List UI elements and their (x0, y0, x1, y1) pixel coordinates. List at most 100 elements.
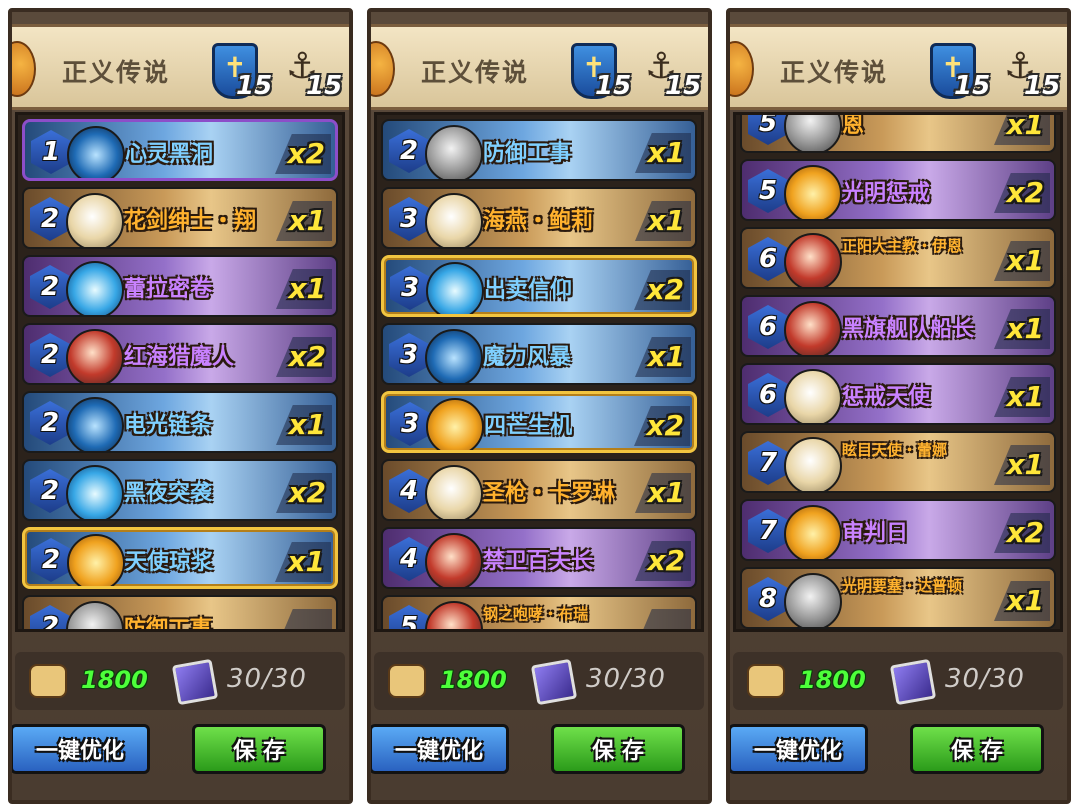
cost-hexagon: 6 (748, 237, 788, 281)
fist-icon (747, 664, 785, 698)
cost-hexagon: 7 (748, 441, 788, 485)
power-value: 1800 (799, 666, 866, 694)
card-portrait (66, 465, 124, 519)
card-portrait (784, 505, 842, 559)
card-count: x1 (994, 241, 1050, 281)
save-button[interactable]: 保 存 (910, 724, 1044, 774)
card-name: 眩目天使・蕾娜 (842, 441, 948, 459)
card-row[interactable]: 6 正阳大主教・伊恩 x1 (740, 227, 1056, 289)
cost-hexagon: 3 (389, 333, 429, 377)
power-value: 1800 (81, 666, 148, 694)
cost-hexagon: 6 (748, 373, 788, 417)
card-portrait (66, 329, 124, 383)
card-row[interactable]: 5 光明惩戒 x2 (740, 159, 1056, 221)
save-button[interactable]: 保 存 (192, 724, 326, 774)
cost-hexagon: 2 (30, 333, 70, 377)
card-row[interactable]: 5 恩 x1 (740, 115, 1056, 153)
deck-header: 正义传说 ✝ 15 ⚓ 15 (12, 24, 349, 110)
card-deck-icon (889, 658, 937, 706)
card-count: x2 (276, 473, 332, 513)
card-list[interactable]: 1 心灵黑洞 x2 2 花剑绅士・翔 x1 2 蕾拉密卷 x1 2 红海猎魔人 x2 2 电光链条 x1 2 黑… (15, 112, 345, 632)
deck-count: 30/30 (945, 664, 1025, 694)
cost-hexagon: 7 (748, 509, 788, 553)
deck-title: 正义传说 (421, 58, 530, 87)
card-row[interactable]: 2 红海猎魔人 x2 (22, 323, 338, 385)
shield-level: 15 (236, 71, 273, 101)
deck-title: 正义传说 (62, 58, 171, 87)
cost-hexagon: 2 (30, 401, 70, 445)
shield-level: 15 (595, 71, 632, 101)
card-row[interactable]: 4 圣枪・卡罗琳 x1 (381, 459, 697, 521)
save-button[interactable]: 保 存 (551, 724, 685, 774)
card-portrait (784, 301, 842, 355)
card-name: 黑夜突袭 (124, 481, 213, 506)
card-count: x1 (276, 201, 332, 241)
cost-hexagon: 5 (748, 169, 788, 213)
card-name: 圣枪・卡罗琳 (483, 481, 616, 506)
card-row[interactable]: 6 黑旗舰队船长 x1 (740, 295, 1056, 357)
card-list[interactable]: 5 恩 x1 5 光明惩戒 x2 6 正阳大主教・伊恩 x1 6 黑旗舰队船长 x1 6 惩戒天使 x1 7 眩… (733, 112, 1063, 632)
deck-header: 正义传说 ✝ 15 ⚓ 15 (730, 24, 1067, 110)
card-name: 防御工事 (124, 617, 213, 632)
card-row[interactable]: 2 防御工事 x1 (381, 119, 697, 181)
card-row[interactable]: 4 禁卫百夫长 x2 (381, 527, 697, 589)
card-count: x1 (635, 133, 691, 173)
card-name: 防御工事 (483, 141, 572, 166)
card-row[interactable]: 3 海燕・鲍莉 x1 (381, 187, 697, 249)
card-name: 蕾拉密卷 (124, 277, 213, 302)
card-count: x1 (276, 405, 332, 445)
card-row[interactable]: 2 花剑绅士・翔 x1 (22, 187, 338, 249)
cost-hexagon: 2 (389, 129, 429, 173)
optimize-button[interactable]: 一键优化 (730, 724, 868, 774)
card-count: x1 (635, 473, 691, 513)
card-name: 光明要塞・达普顿 (842, 577, 963, 595)
card-row[interactable]: 2 天使琼浆 x1 (22, 527, 338, 589)
cost-hexagon: 2 (30, 197, 70, 241)
card-row[interactable]: 3 出卖信仰 x2 (381, 255, 697, 317)
cost-hexagon: 4 (389, 469, 429, 513)
deck-count: 30/30 (586, 664, 666, 694)
card-row[interactable]: 3 四芒生机 x2 (381, 391, 697, 453)
card-portrait (66, 193, 124, 247)
card-row[interactable]: 7 眩目天使・蕾娜 x1 (740, 431, 1056, 493)
card-row[interactable]: 5 钢之咆哮・布瑞 (381, 595, 697, 629)
card-row[interactable]: 3 魔力风暴 x1 (381, 323, 697, 385)
anchor-level: 15 (1024, 71, 1061, 101)
cost-hexagon: 1 (31, 130, 71, 174)
card-portrait (784, 369, 842, 423)
card-row[interactable]: 2 黑夜突袭 x2 (22, 459, 338, 521)
card-portrait (784, 437, 842, 491)
card-portrait (425, 601, 483, 629)
card-portrait (784, 233, 842, 287)
card-count: x2 (635, 541, 691, 581)
optimize-button[interactable]: 一键优化 (371, 724, 509, 774)
card-count: x1 (994, 309, 1050, 349)
cost-hexagon: 4 (389, 537, 429, 581)
card-row[interactable]: 1 心灵黑洞 x2 (22, 119, 338, 181)
card-name: 审判日 (842, 521, 909, 546)
card-name: 魔力风暴 (483, 345, 572, 370)
card-count: x2 (634, 406, 690, 446)
card-row[interactable]: 6 惩戒天使 x1 (740, 363, 1056, 425)
resource-bar: 1800 30/30 (374, 652, 704, 710)
card-name: 红海猎魔人 (124, 345, 235, 370)
cost-hexagon: 2 (30, 605, 70, 629)
anchor-level: 15 (665, 71, 702, 101)
card-row[interactable]: 2 蕾拉密卷 x1 (22, 255, 338, 317)
card-portrait (425, 533, 483, 587)
cost-hexagon: 2 (31, 538, 71, 582)
cost-hexagon: 3 (389, 197, 429, 241)
cost-hexagon: 8 (748, 577, 788, 621)
deck-panel-1: 正义传说 ✝ 15 ⚓ 15 1 心灵黑洞 x2 2 花剑绅士・翔 x1 2 蕾拉密卷 x1 2 红… (8, 8, 353, 804)
card-list[interactable]: 2 防御工事 x1 3 海燕・鲍莉 x1 3 出卖信仰 x2 3 魔力风暴 x1 3 四芒生机 x2 4 圣枪・… (374, 112, 704, 632)
card-count: x2 (994, 513, 1050, 553)
card-row[interactable]: 8 光明要塞・达普顿 x1 (740, 567, 1056, 629)
card-portrait (425, 193, 483, 247)
card-row[interactable]: 2 电光链条 x1 (22, 391, 338, 453)
card-row[interactable]: 7 审判日 x2 (740, 499, 1056, 561)
optimize-button[interactable]: 一键优化 (12, 724, 150, 774)
resource-bar: 1800 30/30 (15, 652, 345, 710)
card-row[interactable]: 2 防御工事 (22, 595, 338, 632)
cost-hexagon: 2 (30, 469, 70, 513)
deck-count: 30/30 (227, 664, 307, 694)
